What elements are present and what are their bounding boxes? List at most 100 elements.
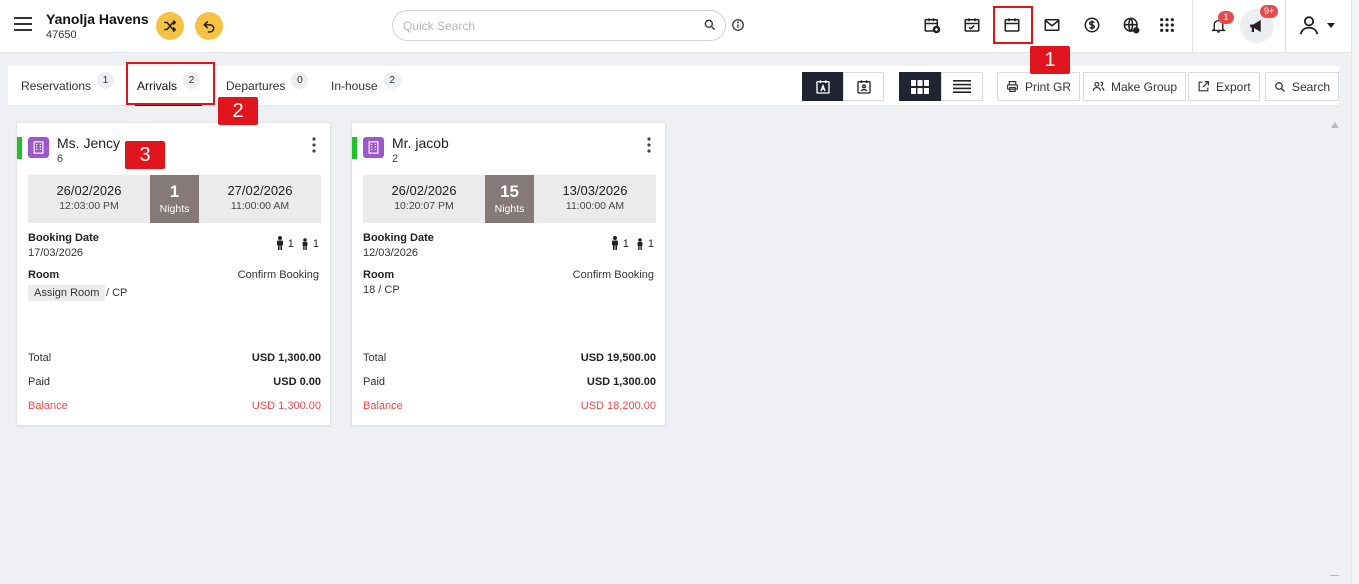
- checkout-block: 13/03/2026 11:00:00 AM: [534, 175, 656, 223]
- page-scrollbar[interactable]: [1351, 0, 1359, 584]
- guest-name[interactable]: Ms. Jency: [57, 135, 120, 151]
- paid-amount: USD 0.00: [273, 376, 321, 388]
- dollar-icon[interactable]: [1081, 14, 1103, 36]
- make-group-label: Make Group: [1111, 79, 1178, 94]
- shuffle-icon: [163, 19, 177, 33]
- caret-down-icon: [1327, 23, 1335, 28]
- total-label: Total: [363, 352, 387, 364]
- checkin-time: 10:20:07 PM: [394, 200, 454, 212]
- top-bar: Yanolja Havens 47650 1: [0, 0, 1359, 53]
- search-button[interactable]: Search: [1265, 72, 1340, 101]
- occupancy: 1 1: [611, 236, 654, 250]
- user-menu-button[interactable]: [1298, 14, 1336, 36]
- status-indicator: [352, 137, 357, 159]
- hamburger-icon[interactable]: [14, 17, 32, 31]
- tab-label: Departures: [226, 79, 286, 93]
- assign-room-button[interactable]: Assign Room: [28, 285, 106, 301]
- printer-icon: [1007, 81, 1018, 92]
- stay-dates: 26/02/2026 10:20:07 PM 15 Nights 13/03/2…: [363, 175, 656, 223]
- booking-date-label: Booking Date: [363, 232, 434, 244]
- undo-button[interactable]: [195, 12, 223, 40]
- grid-view-icon: [911, 79, 929, 94]
- tab-label: Reservations: [21, 79, 92, 93]
- export-label: Export: [1216, 79, 1251, 94]
- annotation-number-2: 2: [218, 97, 258, 125]
- status-indicator: [17, 137, 22, 159]
- export-icon: [1198, 81, 1209, 92]
- property-brand[interactable]: Yanolja Havens 47650: [46, 11, 149, 41]
- grid-view-button[interactable]: [899, 72, 941, 101]
- balance-row: Balance USD 1,300.00: [28, 400, 321, 412]
- search-label: Search: [1292, 79, 1331, 94]
- total-row: Total USD 19,500.00: [363, 352, 656, 364]
- group-icon: [1092, 81, 1105, 92]
- checkout-date: 27/02/2026: [227, 183, 293, 198]
- reservation-card[interactable]: Ms. Jency 6 26/02/2026 12:03:00 PM 1 Nig…: [16, 122, 331, 426]
- toolbar-divider: [1285, 0, 1286, 53]
- booking-date-label: Booking Date: [28, 232, 99, 244]
- undo-icon: [203, 21, 215, 33]
- booking-status: Confirm Booking: [572, 269, 654, 281]
- print-gr-label: Print GR: [1025, 79, 1072, 94]
- property-name: Yanolja Havens: [46, 11, 149, 27]
- guest-name[interactable]: Mr. jacob: [392, 135, 449, 151]
- annotation-number-3: 3: [125, 141, 165, 169]
- property-code: 47650: [46, 29, 77, 41]
- globe-icon[interactable]: [1120, 14, 1142, 36]
- checkout-date: 13/03/2026: [562, 183, 628, 198]
- paid-label: Paid: [28, 376, 51, 388]
- checkin-block: 26/02/2026 10:20:07 PM: [363, 175, 485, 223]
- total-amount: USD 19,500.00: [580, 352, 656, 364]
- nights-count: 1: [169, 182, 180, 201]
- room-plan: / CP: [106, 287, 128, 299]
- balance-label: Balance: [28, 400, 68, 412]
- apps-grid-icon[interactable]: [1156, 14, 1178, 36]
- checkin-block: 26/02/2026 12:03:00 PM: [28, 175, 150, 223]
- announcements-button[interactable]: 9+: [1240, 5, 1279, 43]
- print-gr-button[interactable]: Print GR: [997, 72, 1081, 101]
- notifications-button[interactable]: 1: [1207, 11, 1234, 36]
- quick-search-input[interactable]: [403, 17, 693, 35]
- more-options-icon[interactable]: [312, 137, 316, 158]
- child-count: 1: [647, 238, 654, 250]
- search-icon[interactable]: [703, 18, 717, 37]
- tab-in-house[interactable]: In-house 2: [331, 66, 401, 106]
- occupancy: 1 1: [276, 236, 319, 250]
- total-row: Total USD 1,300.00: [28, 352, 321, 364]
- booking-status: Confirm Booking: [237, 269, 319, 281]
- quick-search-box[interactable]: [392, 10, 726, 41]
- room-type-icon: [28, 137, 49, 158]
- balance-row: Balance USD 18,200.00: [363, 400, 656, 412]
- info-icon[interactable]: [731, 18, 745, 37]
- list-view-button[interactable]: [941, 72, 983, 101]
- nights-block: 15 Nights: [485, 175, 534, 223]
- checkout-time: 11:00:00 AM: [230, 200, 290, 212]
- calendar-add-icon[interactable]: [921, 14, 943, 36]
- annotation-number-1: 1: [1030, 46, 1070, 74]
- user-icon: [1299, 16, 1319, 35]
- export-button[interactable]: Export: [1188, 72, 1260, 101]
- booking-date: 17/03/2026: [28, 247, 84, 259]
- checkout-time: 11:00:00 AM: [565, 200, 625, 212]
- search-icon: [1275, 81, 1285, 92]
- make-group-button[interactable]: Make Group: [1083, 72, 1187, 101]
- megaphone-icon: [1250, 20, 1261, 32]
- scroll-up-icon[interactable]: [1331, 122, 1339, 128]
- tab-count-badge: 2: [383, 71, 401, 89]
- child-icon: [302, 238, 308, 250]
- calendar-check-icon[interactable]: [961, 14, 983, 36]
- more-options-icon[interactable]: [647, 137, 651, 158]
- checkout-block: 27/02/2026 11:00:00 AM: [199, 175, 321, 223]
- reservation-card[interactable]: Mr. jacob 2 26/02/2026 10:20:07 PM 15 Ni…: [351, 122, 666, 426]
- paid-amount: USD 1,300.00: [586, 376, 656, 388]
- arrival-view-button[interactable]: [802, 72, 843, 101]
- switch-property-button[interactable]: [156, 12, 184, 40]
- mail-icon[interactable]: [1041, 14, 1063, 36]
- balance-label: Balance: [363, 400, 403, 412]
- tab-reservations[interactable]: Reservations 1: [21, 66, 115, 106]
- booking-date: 12/03/2026: [363, 247, 419, 259]
- adult-count: 1: [287, 238, 294, 250]
- checkin-time: 12:03:00 PM: [59, 200, 119, 212]
- departure-view-button[interactable]: [843, 72, 884, 101]
- toolbar-divider: [1192, 0, 1193, 53]
